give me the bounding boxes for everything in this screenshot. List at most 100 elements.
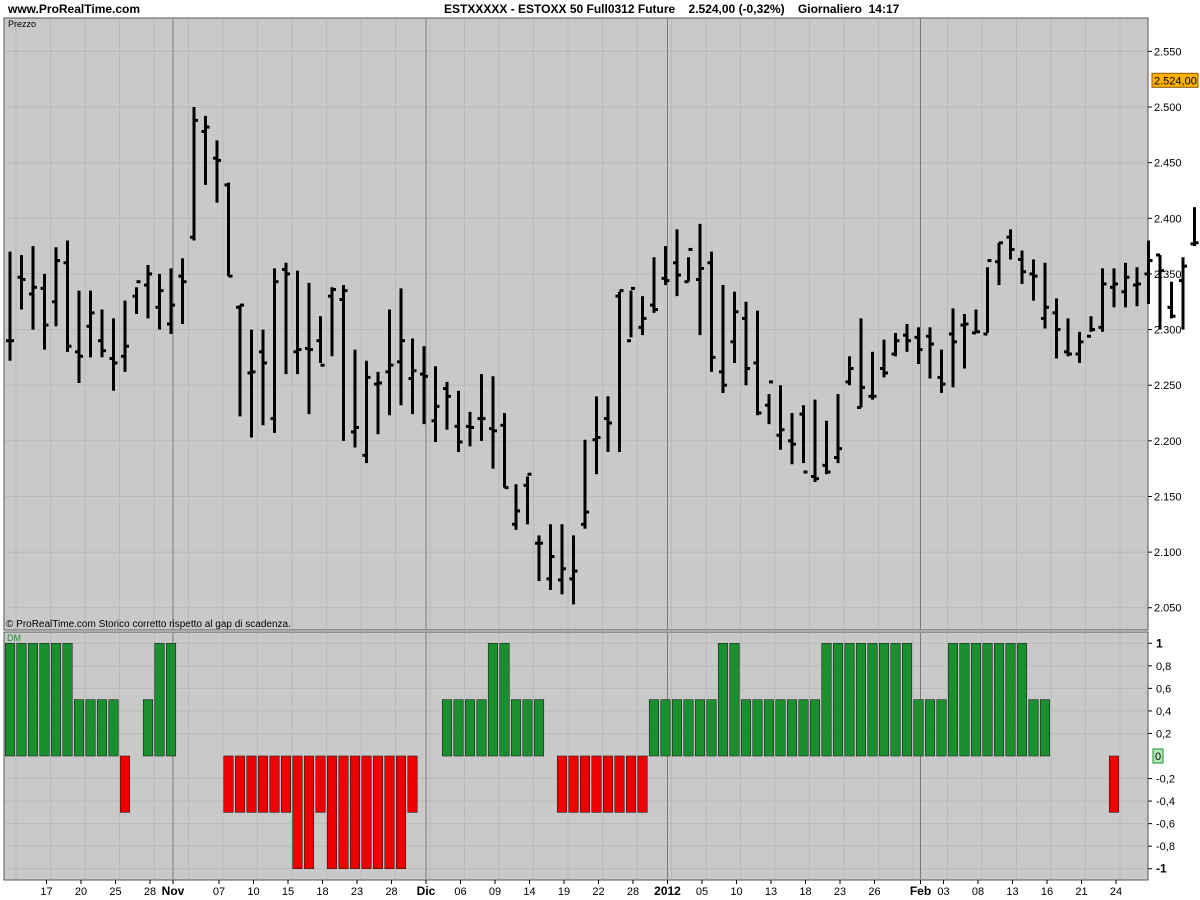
dm-bar-positive (809, 699, 821, 757)
x-tick-label: 19 (558, 886, 570, 898)
dm-tick-label: 0,6 (1156, 683, 1171, 695)
dm-bar-negative (223, 755, 234, 813)
dm-bar-positive (648, 699, 660, 757)
dm-bar-positive (706, 699, 717, 757)
dm-tick-label: -0,6 (1156, 819, 1175, 831)
dm-bar-positive (510, 699, 522, 757)
dm-bar-negative (326, 755, 338, 870)
dm-bar-positive (694, 699, 706, 757)
dm-bar-positive (165, 642, 177, 757)
dm-tick-label: -0,8 (1156, 841, 1175, 853)
dm-bar-positive (982, 642, 993, 757)
x-tick-label: 18 (799, 886, 811, 898)
x-tick-label: 05 (696, 886, 708, 898)
dm-bar-positive (96, 699, 108, 757)
dm-bar-positive (740, 699, 752, 757)
dm-bar-positive (533, 699, 545, 757)
dm-bar-negative (1108, 755, 1120, 813)
x-tick-label: 13 (1006, 886, 1018, 898)
x-tick-label: Nov (162, 884, 185, 898)
dm-tick-label: -1 (1156, 862, 1167, 876)
x-tick-label: 06 (454, 886, 466, 898)
dm-bar-positive (85, 699, 96, 757)
dm-bar-positive (487, 642, 499, 757)
x-tick-label: 10 (730, 886, 742, 898)
dm-bar-positive (476, 699, 487, 757)
dm-bar-positive (901, 642, 913, 757)
dm-bar-negative (556, 755, 568, 813)
dm-bar-positive (62, 642, 73, 757)
dm-bar-positive (27, 642, 39, 757)
price-tick-label: 2.200 (1154, 436, 1182, 448)
dm-tick-label: -0,2 (1156, 774, 1175, 786)
dm-bar-negative (614, 755, 625, 813)
dm-bar-negative (280, 755, 292, 813)
dm-panel-label: DM (7, 633, 21, 643)
dm-bar-positive (142, 699, 154, 757)
zero-value: 0 (1155, 751, 1161, 763)
chart-canvas: www.ProRealTime.com ESTXXXXX - ESTOXX 50… (0, 0, 1200, 900)
x-tick-label: 25 (109, 886, 121, 898)
dm-bar-positive (717, 642, 729, 757)
dm-bar-positive (73, 699, 85, 757)
dm-bar-negative (246, 755, 257, 813)
price-tick-label: 2.050 (1154, 603, 1182, 615)
x-tick-label: 07 (213, 886, 225, 898)
dm-bar-positive (1028, 699, 1039, 757)
dm-bar-negative (407, 755, 418, 813)
price-tick-label: 2.350 (1154, 269, 1182, 281)
x-tick-label: 13 (765, 886, 777, 898)
dm-bar-positive (924, 699, 936, 757)
dm-bar-positive (108, 699, 119, 757)
dm-bar-positive (154, 642, 165, 757)
x-tick-label: 28 (144, 886, 156, 898)
dm-bar-positive (947, 642, 959, 757)
dm-bar-negative (292, 755, 303, 870)
last-price-tag: 2.524,00 (1151, 72, 1199, 88)
dm-bar-positive (683, 699, 694, 757)
dm-bar-negative (395, 755, 407, 870)
dm-bar-positive (671, 699, 683, 757)
dm-bar-positive (660, 699, 671, 757)
x-tick-label: 21 (1075, 886, 1087, 898)
dm-bar-positive (878, 642, 890, 757)
dm-bar-negative (568, 755, 579, 813)
x-tick-label: 20 (75, 886, 87, 898)
dm-bar-positive (970, 642, 982, 757)
x-tick-label: 26 (868, 886, 880, 898)
dm-bar-positive (867, 642, 878, 757)
dm-bar-positive (993, 642, 1005, 757)
x-tick-label: 08 (972, 886, 984, 898)
price-panel-label: Prezzo (8, 19, 36, 29)
price-tick-label: 2.450 (1154, 158, 1182, 170)
dm-tick-label: 0,8 (1156, 661, 1171, 673)
dm-bar-positive (453, 699, 464, 757)
dm-bar-positive (786, 699, 798, 757)
site-label: www.ProRealTime.com (7, 2, 140, 16)
x-tick-label: 17 (40, 886, 52, 898)
dm-bar-negative (384, 755, 395, 870)
dm-bar-positive (936, 699, 947, 757)
dm-bar-negative (269, 755, 280, 813)
dm-bar-positive (775, 699, 786, 757)
x-tick-label: 10 (247, 886, 259, 898)
dm-bar-negative (637, 755, 648, 813)
x-tick-label: 15 (282, 886, 294, 898)
dm-bar-negative (303, 755, 315, 870)
dm-tick-label: 1 (1156, 636, 1163, 650)
dm-bar-negative (349, 755, 361, 870)
price-tick-label: 2.100 (1154, 547, 1182, 559)
x-tick-label: 23 (351, 886, 363, 898)
dm-bar-negative (602, 755, 614, 813)
x-tick-label: 22 (592, 886, 604, 898)
dm-bar-positive (1016, 642, 1028, 757)
price-tick-label: 2.250 (1154, 380, 1182, 392)
dm-bar-positive (913, 699, 924, 757)
dm-bar-positive (39, 642, 50, 757)
x-tick-label: 28 (627, 886, 639, 898)
dm-bar-positive (1005, 642, 1016, 757)
dm-bar-positive (464, 699, 476, 757)
dm-tick-label: -0,4 (1156, 796, 1175, 808)
dm-bar-negative (361, 755, 372, 870)
dm-bar-positive (441, 699, 453, 757)
